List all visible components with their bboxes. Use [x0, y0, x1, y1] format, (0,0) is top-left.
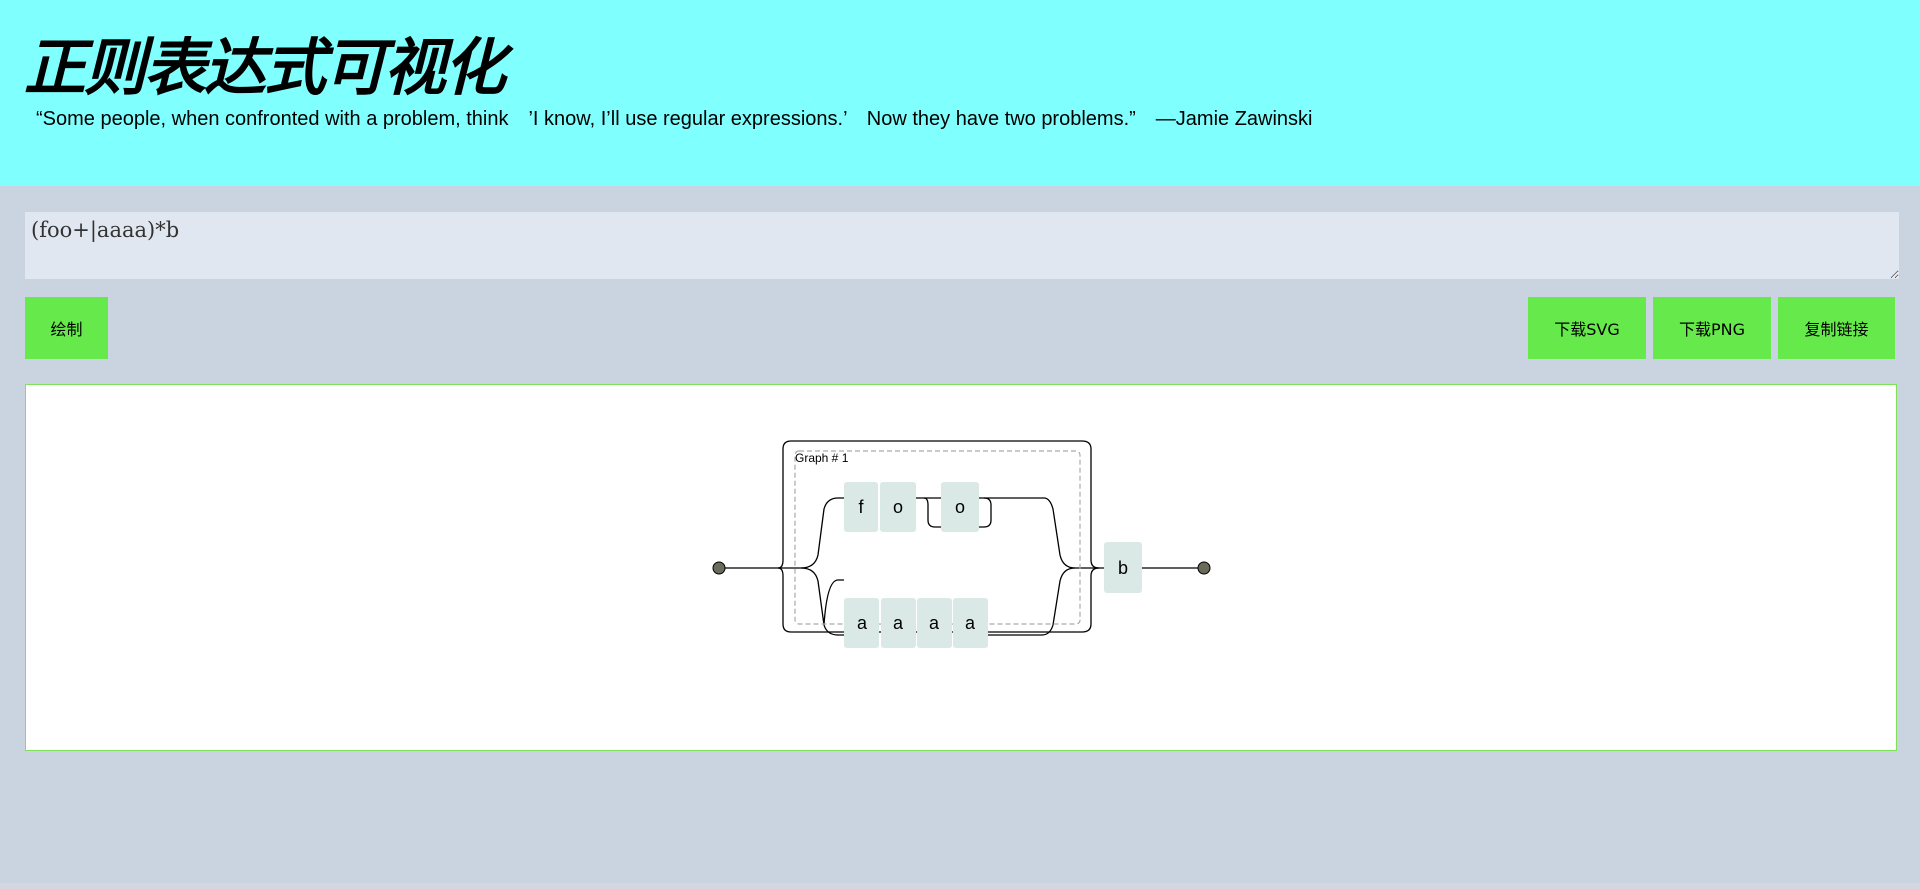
svg-text:o: o [955, 497, 965, 517]
svg-text:a: a [929, 613, 940, 633]
literal-o: o [880, 482, 916, 532]
literal-b: b [1104, 542, 1142, 593]
header-quote: “Some people, when confronted with a pro… [36, 108, 1313, 130]
literal-f: f [844, 482, 878, 532]
svg-text:a: a [893, 613, 904, 633]
svg-text:a: a [857, 613, 868, 633]
copy-link-button[interactable]: 复制链接 [1778, 297, 1895, 359]
literal-a: a [953, 598, 988, 648]
download-svg-button[interactable]: 下载SVG [1528, 297, 1646, 359]
end-node [1197, 561, 1211, 575]
bottom-divider [0, 883, 1920, 889]
literal-a: a [917, 598, 952, 648]
download-png-button[interactable]: 下载PNG [1653, 297, 1771, 359]
svg-text:b: b [1118, 558, 1128, 578]
svg-text:a: a [965, 613, 976, 633]
draw-button[interactable]: 绘制 [25, 297, 108, 359]
railroad-diagram: Graph # 1 f o o a a a a b [712, 440, 1211, 648]
svg-text:o: o [893, 497, 903, 517]
literal-o-repeat: o [941, 482, 979, 532]
page-title: 正则表达式可视化 [24, 31, 506, 104]
group-label: Graph # 1 [795, 451, 849, 465]
regex-input[interactable] [25, 212, 1899, 279]
header-banner: 正则表达式可视化 “Some people, when confronted w… [0, 0, 1920, 186]
diagram-canvas: Graph # 1 f o o a a a a b [25, 384, 1897, 751]
literal-a: a [844, 598, 879, 648]
literal-a: a [881, 598, 916, 648]
start-node [712, 561, 726, 575]
